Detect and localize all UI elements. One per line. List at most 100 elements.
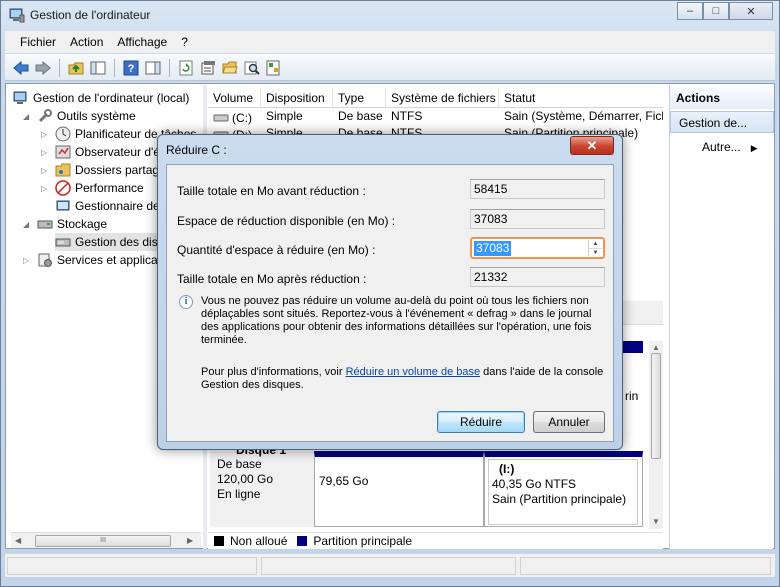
menu-help[interactable]: ? [174, 35, 195, 49]
volume-list-header: Volume Disposition Type Système de fichi… [208, 88, 663, 108]
storage-icon [37, 220, 53, 229]
column-filesystem[interactable]: Système de fichiers [386, 88, 499, 107]
table-row[interactable]: (C:) Simple De base NTFS Sain (Système, … [208, 109, 663, 126]
tree-item-performance[interactable]: ▷ Performance [41, 179, 144, 197]
tree-item-services[interactable]: ▷ Services et applicat [23, 251, 161, 269]
more-info-link[interactable]: Réduire un volume de base [346, 366, 481, 378]
up-folder-icon[interactable] [66, 58, 86, 78]
maximize-button[interactable]: □ [703, 2, 729, 20]
export-icon[interactable] [264, 58, 284, 78]
dialog-body: Taille totale en Mo avant réduction : 58… [166, 164, 614, 442]
available-value: 37083 [470, 209, 605, 229]
dialog-title: Réduire C : [166, 143, 227, 157]
partition-c[interactable]: 79,65 Go [314, 451, 484, 527]
show-action-pane-icon[interactable] [143, 58, 163, 78]
legend-unallocated-label: Non alloué [230, 534, 288, 548]
scroll-up-icon[interactable]: ▲ [652, 343, 660, 352]
volume-type: De base [338, 109, 383, 123]
total-after-label: Taille totale en Mo après réduction : [177, 272, 367, 286]
scroll-right-icon[interactable]: ▶ [187, 536, 193, 545]
menu-affichage[interactable]: Affichage [110, 35, 174, 49]
expand-arrow-icon[interactable]: ▷ [41, 184, 51, 193]
back-arrow-icon[interactable] [11, 58, 31, 78]
spin-down-icon[interactable]: ▼ [589, 249, 602, 257]
toolbar-separator [59, 58, 60, 77]
refresh-icon[interactable] [176, 58, 196, 78]
computer-management-icon [13, 91, 27, 104]
tree-item-system-tools[interactable]: ◢ Outils système [23, 107, 136, 125]
shrink-amount-value[interactable]: 37083 [474, 241, 512, 256]
status-bar [5, 553, 775, 577]
window-title: Gestion de l'ordinateur [30, 8, 151, 22]
tree-item-label: Gestion des dis [75, 235, 158, 249]
actions-more[interactable]: Autre... ▶ [702, 137, 758, 158]
clock-icon [55, 126, 71, 142]
cancel-button[interactable]: Annuler [533, 411, 605, 433]
disk-vertical-scrollbar[interactable]: ▲ ▼ [649, 341, 663, 529]
partition-inner: (I:) 40,35 Go NTFS Sain (Partition princ… [488, 459, 638, 525]
spin-up-icon[interactable]: ▲ [589, 240, 602, 249]
volume-status: Sain (Système, Démarrer, Fichi [504, 109, 663, 123]
column-volume[interactable]: Volume [208, 88, 261, 107]
status-segment [261, 557, 516, 575]
actions-section-disk-management[interactable]: Gestion de... [670, 111, 774, 133]
collapse-arrow-icon[interactable]: ◢ [23, 220, 33, 229]
partition-i[interactable]: (I:) 40,35 Go NTFS Sain (Partition princ… [484, 451, 643, 527]
disk-size: 120,00 Go [217, 472, 274, 486]
scroll-down-icon[interactable]: ▼ [652, 517, 660, 526]
scrollbar-thumb[interactable] [651, 353, 661, 459]
volume-fs: NTFS [391, 109, 423, 123]
expand-arrow-icon[interactable]: ▷ [23, 256, 33, 265]
disk-info-box[interactable]: Disque 1 De base 120,00 Go En ligne [210, 443, 314, 527]
dialog-close-button[interactable]: ✕ [570, 136, 614, 155]
column-type[interactable]: Type [333, 88, 386, 107]
tree-item-label: Services et applicat [57, 253, 162, 267]
shared-folder-icon [55, 163, 71, 177]
shrink-amount-input[interactable]: 37083 ▲ ▼ [470, 237, 605, 259]
help-icon[interactable]: ? [121, 58, 141, 78]
tree-item-device-manager[interactable]: Gestionnaire de [55, 197, 160, 215]
legend-unallocated-swatch [214, 536, 224, 546]
shrink-dialog: Réduire C : ✕ Taille totale en Mo avant … [157, 134, 623, 450]
partition-status: Sain (Partition principale) [492, 492, 627, 506]
show-tree-icon[interactable] [88, 58, 108, 78]
computer-management-icon [9, 8, 25, 23]
expand-arrow-icon[interactable]: ▷ [41, 166, 51, 175]
more-info-text: Pour plus d'informations, voir Réduire u… [201, 366, 606, 392]
title-bar[interactable]: Gestion de l'ordinateur – □ ✕ [1, 1, 779, 29]
menu-fichier[interactable]: Fichier [13, 35, 63, 49]
tools-icon [38, 109, 52, 123]
tree-item-event-viewer[interactable]: ▷ Observateur d'év [41, 143, 166, 161]
shrink-amount-label: Quantité d'espace à réduire (en Mo) : [177, 243, 376, 257]
svg-text:?: ? [128, 63, 135, 75]
properties-icon[interactable] [198, 58, 218, 78]
scroll-left-icon[interactable]: ◀ [15, 536, 21, 545]
close-button[interactable]: ✕ [729, 2, 773, 20]
legend-primary-swatch [297, 536, 308, 546]
column-layout[interactable]: Disposition [261, 88, 333, 107]
shrink-amount-spinner[interactable]: ▲ ▼ [588, 240, 602, 256]
forward-arrow-icon[interactable] [33, 58, 53, 78]
actions-pane: Actions Gestion de... Autre... ▶ [669, 85, 774, 549]
search-icon[interactable] [242, 58, 262, 78]
total-after-value: 21332 [470, 267, 605, 287]
collapse-arrow-icon[interactable]: ◢ [23, 112, 33, 121]
minimize-button[interactable]: – [677, 2, 703, 20]
expand-arrow-icon[interactable]: ▷ [41, 130, 51, 139]
tree-horizontal-scrollbar[interactable]: ◀ III ▶ [11, 532, 201, 548]
menu-action[interactable]: Action [63, 35, 110, 49]
actions-header: Actions [670, 87, 774, 109]
tree-item-label: Performance [75, 181, 144, 195]
shrink-button[interactable]: Réduire [437, 411, 525, 433]
expand-arrow-icon[interactable]: ▷ [41, 148, 51, 157]
scrollbar-thumb[interactable]: III [35, 535, 171, 547]
tree-item-root[interactable]: Gestion de l'ordinateur (local) [13, 89, 189, 107]
tree-item-disk-management[interactable]: Gestion des dis [55, 233, 162, 251]
open-folder-icon[interactable] [220, 58, 240, 78]
column-status[interactable]: Statut [499, 88, 663, 107]
tree-item-storage[interactable]: ◢ Stockage [23, 215, 107, 233]
drive-icon [213, 114, 229, 121]
toolbar-separator [169, 58, 170, 77]
toolbar: ? [5, 54, 775, 81]
tree-item-shared-folders[interactable]: ▷ Dossiers partag [41, 161, 159, 179]
